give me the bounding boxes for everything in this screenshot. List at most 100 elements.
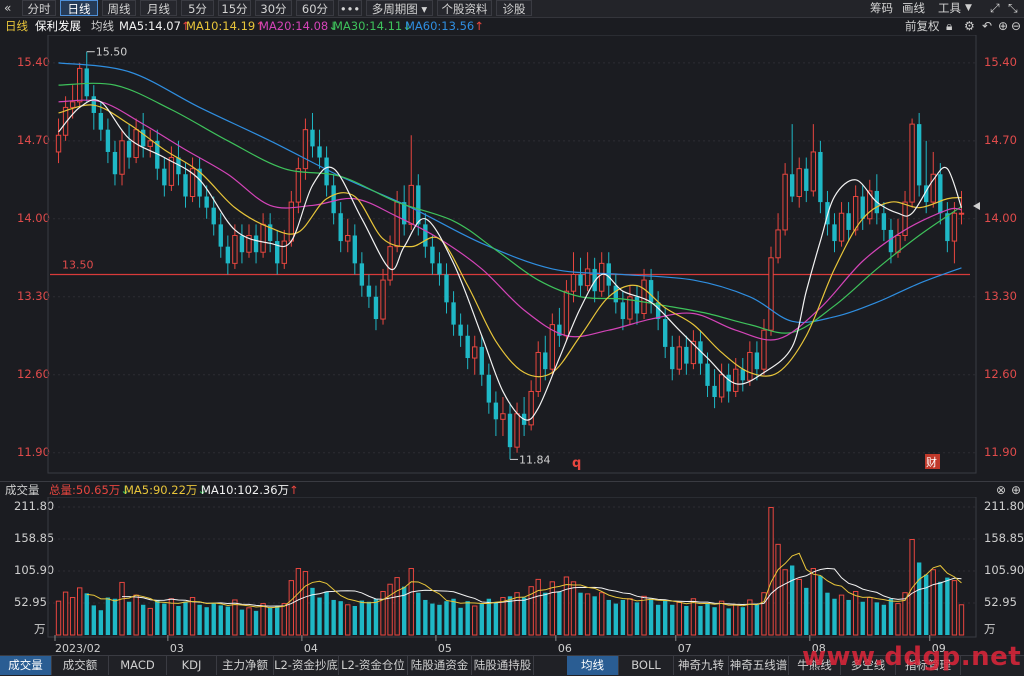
candle-body[interactable]: [225, 246, 231, 264]
candle-body[interactable]: [302, 129, 309, 170]
candle-body[interactable]: [804, 168, 809, 191]
candle-body[interactable]: [881, 213, 887, 230]
candle-body[interactable]: [789, 174, 795, 197]
undo-icon[interactable]: ↶: [982, 18, 992, 34]
candle-body[interactable]: [684, 346, 689, 364]
tab-6[interactable]: 30分: [255, 0, 292, 16]
candle-body[interactable]: [317, 146, 322, 158]
tools-dropdown-icon[interactable]: ▼: [965, 0, 972, 16]
candle-body[interactable]: [183, 174, 188, 197]
candle-body[interactable]: [211, 207, 216, 225]
candle-body[interactable]: [493, 402, 499, 420]
candle-body[interactable]: [761, 329, 767, 370]
candle-body[interactable]: [232, 235, 238, 264]
candle-body[interactable]: [338, 213, 343, 242]
tab-1[interactable]: 日线: [60, 0, 98, 16]
candle-body[interactable]: [77, 67, 83, 103]
candle-body[interactable]: [676, 346, 682, 370]
candle-body[interactable]: [712, 385, 717, 398]
candle-body[interactable]: [543, 352, 548, 370]
candle-body[interactable]: [718, 374, 725, 398]
candle-body[interactable]: [331, 185, 336, 214]
candle-body[interactable]: [514, 413, 520, 448]
indicator-tab-5[interactable]: L2-资金抄底: [274, 656, 339, 675]
candle-body[interactable]: [69, 101, 76, 108]
candle-body[interactable]: [359, 263, 365, 286]
candle-body[interactable]: [578, 274, 583, 286]
candle-body[interactable]: [162, 168, 167, 186]
candle-body[interactable]: [663, 319, 668, 347]
candle-body[interactable]: [740, 369, 745, 381]
candle-body[interactable]: [112, 151, 118, 175]
candle-body[interactable]: [119, 140, 125, 175]
candle-body[interactable]: [909, 123, 915, 203]
indicator-tab-2[interactable]: MACD: [109, 656, 167, 675]
event-marker-q[interactable]: q: [572, 456, 581, 471]
candle-body[interactable]: [430, 246, 435, 264]
overlay-tab-3[interactable]: 神奇五线谱: [729, 656, 789, 675]
tab-2[interactable]: 周线: [102, 0, 136, 16]
candle-body[interactable]: [98, 112, 104, 130]
candle-body[interactable]: [641, 279, 647, 314]
tab-9[interactable]: 多周期图 ▾: [366, 0, 433, 16]
candle-body[interactable]: [852, 196, 859, 231]
close-icon[interactable]: ⊗: [996, 482, 1006, 498]
candle-body[interactable]: [408, 184, 414, 225]
candle-body[interactable]: [938, 174, 943, 214]
candle-body[interactable]: [818, 151, 823, 203]
candle-body[interactable]: [782, 173, 788, 231]
candle-body[interactable]: [838, 212, 845, 242]
candle-body[interactable]: [281, 240, 287, 264]
candle-body[interactable]: [754, 352, 760, 370]
candle-body[interactable]: [204, 196, 209, 208]
candle-body[interactable]: [670, 346, 675, 370]
tools-button[interactable]: 工具: [938, 0, 961, 16]
chips-button[interactable]: 筹码: [870, 0, 893, 16]
candle-body[interactable]: [218, 224, 223, 247]
zoom-out-icon[interactable]: ⊖: [1011, 18, 1021, 34]
candle-body[interactable]: [951, 212, 958, 242]
candle-body[interactable]: [726, 374, 731, 392]
adjust-mode-label[interactable]: 前复权: [905, 18, 940, 35]
volume-chart[interactable]: 2023/02 03 04 05 06 07 08 09: [0, 497, 1024, 657]
tab-8[interactable]: •••: [338, 0, 362, 16]
tab-0[interactable]: 分时: [22, 0, 56, 16]
tab-3[interactable]: 月线: [140, 0, 177, 16]
indicator-tab-0[interactable]: 成交量: [0, 656, 52, 675]
candle-body[interactable]: [324, 157, 329, 186]
settings-icon[interactable]: ⚙: [964, 18, 975, 34]
candle-body[interactable]: [387, 246, 393, 281]
candle-body[interactable]: [705, 363, 710, 386]
candle-body[interactable]: [775, 229, 781, 259]
candle-body[interactable]: [895, 235, 901, 253]
candle-body[interactable]: [253, 235, 259, 253]
indicator-tab-4[interactable]: 主力净额: [217, 656, 274, 675]
candle-body[interactable]: [500, 413, 506, 420]
candle-body[interactable]: [310, 129, 315, 147]
candle-body[interactable]: [747, 351, 753, 381]
tab-11[interactable]: 诊股: [496, 0, 532, 16]
candle-body[interactable]: [451, 302, 456, 325]
tab-4[interactable]: 5分: [181, 0, 214, 16]
candle-body[interactable]: [394, 201, 400, 248]
candle-body[interactable]: [55, 134, 62, 153]
tab-5[interactable]: 15分: [218, 0, 251, 16]
overlay-tab-1[interactable]: BOLL: [619, 656, 674, 675]
candle-body[interactable]: [620, 302, 626, 320]
candle-body[interactable]: [832, 224, 837, 242]
draw-line-button[interactable]: 画线: [902, 0, 925, 16]
ma-label[interactable]: 均线: [91, 18, 114, 35]
candle-body[interactable]: [613, 285, 619, 303]
candle-body[interactable]: [260, 223, 266, 253]
price-chart[interactable]: 13.50 15.50 11.84 q 财: [0, 35, 1024, 475]
candle-body[interactable]: [570, 273, 577, 292]
candle-body[interactable]: [444, 274, 449, 303]
indicator-tab-8[interactable]: 陆股通持股: [472, 656, 534, 675]
candle-body[interactable]: [465, 335, 470, 359]
double-chevron-left-icon[interactable]: «: [4, 0, 11, 16]
candle-body[interactable]: [648, 280, 654, 303]
candle-body[interactable]: [768, 257, 774, 331]
candle-body[interactable]: [860, 196, 865, 219]
candle-body[interactable]: [437, 263, 442, 275]
candle-body[interactable]: [958, 212, 965, 215]
